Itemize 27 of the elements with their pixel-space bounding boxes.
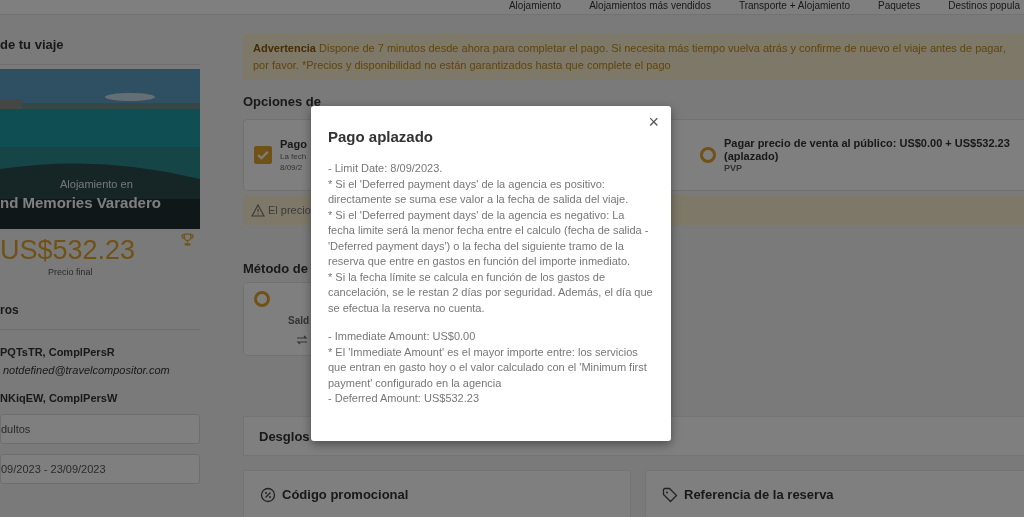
image-caption: Alojamiento en (59, 178, 134, 190)
modal-text: * Si el 'Deferred payment days' de la agencia es positivo: directamente se suma ese valor a la fecha de salida del viaje. (328, 176, 630, 207)
modal-text: * Si la fecha límite se calcula en función de los gastos de cancelación, se le restan 2 días por seguridad. Además, el día que se efectua la reserva no cuenta. (328, 269, 654, 316)
traveller-name: NKiqEW, ComplPersW (0, 392, 119, 404)
hotel-name: nd Memories Varadero (0, 194, 162, 211)
card-title: Referencia de la reserva (684, 487, 834, 502)
modal-text: - Immediate Amount: US$0.00 (328, 329, 477, 344)
section-title: de tu viaje (0, 37, 200, 65)
info-field: dultos (0, 414, 200, 444)
info-field: 09/2023 - 23/09/2023 (0, 454, 200, 484)
warning-message: Advertencia Dispone de 7 minutos desde ahora para completar el pago. Si necesita más tiempo vuelva atrás y confirme de nuevo el viaje antes de pagar, por favor. *Precios y disponibilidad no están garantizados hasta que complete el pago (243, 34, 1024, 80)
card-title: Código promocional (282, 487, 409, 502)
modal-text: - Limit Date: 8/09/2023. (328, 161, 444, 176)
section-title: Opciones de (243, 94, 322, 109)
modal-text: - Deferred Amount: US$532.23 (328, 391, 481, 406)
section-title: Método de (243, 261, 308, 276)
total-price: US$532.23 (0, 234, 136, 267)
method-label: Sald (288, 315, 310, 326)
section-title: ros (0, 303, 200, 330)
section-title: Desglos (259, 428, 310, 444)
modal-text: * El 'Immediate Amount' es el mayor importe entre: los servicios que entran en gasto hoy o el valor calculado con el 'Minimum first payment' configurado en la agencia (328, 344, 648, 391)
modal-text: * Si el 'Deferred payment days' de la agencia es negativo: La fecha limite será la menor fecha entre el calculo (fecha de salida - 'Deferred payment days') o la fecha del siguiente tramo de la reserva que entre en gastos en función del importe inmediato. (328, 207, 650, 269)
modal-title: Pago aplazado (328, 128, 435, 145)
notice-text: El precio (268, 204, 311, 216)
price-label: Precio final (47, 267, 94, 277)
traveller-name: PQTsTR, ComplPersR (0, 346, 116, 358)
traveller-email: notdefined@travelcompositor.com (2, 364, 171, 376)
